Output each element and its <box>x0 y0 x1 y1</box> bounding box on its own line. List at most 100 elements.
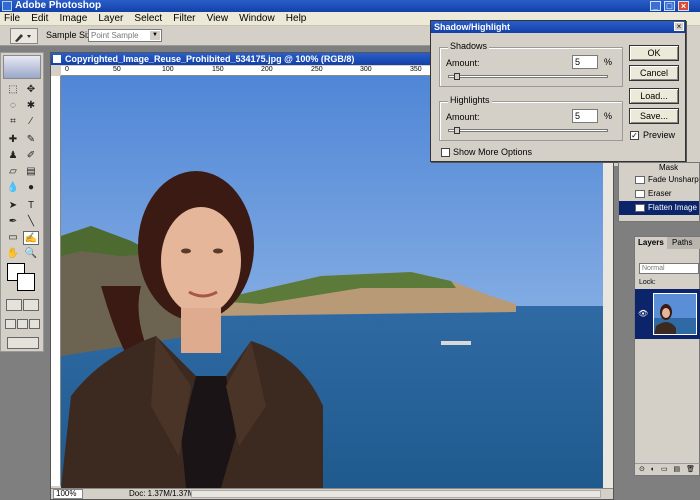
history-item[interactable]: Eraser <box>619 187 699 201</box>
photoshop-feather-icon[interactable] <box>3 55 41 79</box>
screen-mode-standard-icon[interactable] <box>5 319 16 329</box>
horizontal-scrollbar[interactable] <box>191 490 601 498</box>
highlights-amount-label: Amount: <box>446 112 480 122</box>
preview-checkbox[interactable]: ✓ <box>630 131 639 140</box>
toolbox: ⬚ ✥ ◌ ✱ ⌗ ∕ ✚ ✎ ♟ ✐ ▱ ▤ 💧 ● ➤ T ✒ ╲ ▭ ✍ … <box>0 52 44 352</box>
lasso-tool-icon[interactable]: ◌ <box>5 99 21 113</box>
shape-tool-icon[interactable]: ╲ <box>23 215 39 229</box>
pen-tool-icon[interactable]: ✒ <box>5 215 21 229</box>
ruler-tick: 0 <box>65 66 69 73</box>
eye-icon[interactable]: 👁 <box>638 309 648 318</box>
dodge-tool-icon[interactable]: ● <box>23 181 39 195</box>
lock-label: Lock: <box>639 279 656 286</box>
document-size-info[interactable]: Doc: 1.37M/1.37M <box>129 489 194 499</box>
highlights-group: Highlights Amount: 5 % <box>439 95 623 141</box>
type-tool-icon[interactable]: T <box>23 199 39 213</box>
minimize-button[interactable]: _ <box>650 1 661 11</box>
save-button[interactable]: Save... <box>629 108 679 124</box>
show-more-options-checkbox[interactable] <box>441 148 450 157</box>
history-item-selected[interactable]: Flatten Image <box>619 201 699 215</box>
cancel-button[interactable]: Cancel <box>629 65 679 81</box>
menu-layer[interactable]: Layer <box>94 12 127 26</box>
shadows-unit: % <box>604 57 613 67</box>
dialog-title: Shadow/Highlight <box>431 21 685 33</box>
document-icon <box>53 55 61 63</box>
jump-to-imageready-icon[interactable] <box>7 337 39 349</box>
highlights-slider-track[interactable] <box>448 129 608 132</box>
standard-mode-icon[interactable] <box>6 299 22 311</box>
document-status-bar: 100% Doc: 1.37M/1.37M <box>51 488 613 499</box>
options-bar: Sample Size: Point Sample ▼ <box>0 26 430 46</box>
menu-help[interactable]: Help <box>282 12 311 26</box>
highlights-amount-input[interactable]: 5 <box>572 109 598 123</box>
ok-button[interactable]: OK <box>629 45 679 61</box>
close-button[interactable]: × <box>678 1 689 11</box>
shadows-group: Shadows Amount: 5 % <box>439 41 623 87</box>
eyedropper-icon <box>15 34 31 42</box>
slice-tool-icon[interactable]: ∕ <box>23 115 39 129</box>
shadows-label: Shadows <box>448 41 490 51</box>
layers-palette-tabs: Layers Paths <box>635 237 700 249</box>
eyedropper-preset-icon[interactable] <box>10 28 38 44</box>
ruler-tick: 150 <box>212 66 224 73</box>
ruler-tick: 300 <box>360 66 372 73</box>
vertical-ruler[interactable] <box>51 76 61 486</box>
ruler-tick: 350 <box>410 66 422 73</box>
screen-mode-full-icon[interactable] <box>29 319 40 329</box>
gradient-tool-icon[interactable]: ▤ <box>23 165 39 179</box>
eraser-icon <box>635 189 645 198</box>
magic-wand-tool-icon[interactable]: ✱ <box>23 99 39 113</box>
flatten-icon <box>635 203 645 212</box>
sample-size-select[interactable]: Point Sample ▼ <box>88 29 162 42</box>
shadows-slider-thumb[interactable] <box>454 73 460 80</box>
menu-view[interactable]: View <box>203 12 233 26</box>
history-item-label: Flatten Image <box>648 203 697 212</box>
healing-brush-tool-icon[interactable]: ✚ <box>5 133 21 147</box>
shadows-slider-track[interactable] <box>448 75 608 78</box>
layers-palette: Layers Paths Normal Lock: 👁 ⊙ ◐ ▭ ▤ 🗑 <box>634 236 700 476</box>
layer-row-background[interactable]: 👁 <box>635 289 700 339</box>
eraser-tool-icon[interactable]: ▱ <box>5 165 21 179</box>
history-palette: Mask Fade Unsharp Eraser Flatten Image <box>618 162 700 222</box>
menu-image[interactable]: Image <box>55 12 91 26</box>
menu-file[interactable]: File <box>0 12 24 26</box>
path-selection-tool-icon[interactable]: ➤ <box>5 199 21 213</box>
zoom-tool-icon[interactable]: 🔍 <box>23 247 39 261</box>
app-title: Adobe Photoshop <box>15 0 102 11</box>
screen-mode-full-menu-icon[interactable] <box>17 319 28 329</box>
menu-window[interactable]: Window <box>235 12 279 26</box>
crop-tool-icon[interactable]: ⌗ <box>5 115 21 129</box>
zoom-field[interactable]: 100% <box>53 489 83 499</box>
layer-thumbnail-image <box>654 294 696 334</box>
eyedropper-tool-icon[interactable]: ✍ <box>23 231 39 245</box>
clone-stamp-tool-icon[interactable]: ♟ <box>5 149 21 163</box>
load-button[interactable]: Load... <box>629 88 679 104</box>
background-color-swatch[interactable] <box>17 273 35 291</box>
move-tool-icon[interactable]: ✥ <box>23 83 39 97</box>
shadow-highlight-dialog: Shadow/Highlight × Shadows Amount: 5 % H… <box>430 20 686 162</box>
history-brush-tool-icon[interactable]: ✐ <box>23 149 39 163</box>
notes-tool-icon[interactable]: ▭ <box>5 231 21 245</box>
blend-mode-select[interactable]: Normal <box>639 263 699 274</box>
dialog-close-button[interactable]: × <box>674 22 684 31</box>
document-title: Copyrighted_Image_Reuse_Prohibited_53417… <box>65 54 355 64</box>
maximize-button[interactable]: □ <box>664 1 675 11</box>
hand-tool-icon[interactable]: ✋ <box>5 247 21 261</box>
layer-thumbnail <box>653 293 697 335</box>
tab-layers[interactable]: Layers <box>635 237 667 249</box>
brush-tool-icon[interactable]: ✎ <box>23 133 39 147</box>
blur-tool-icon[interactable]: 💧 <box>5 181 21 195</box>
menu-select[interactable]: Select <box>130 12 166 26</box>
show-more-options-label: Show More Options <box>453 147 533 157</box>
history-item-label: Fade Unsharp <box>648 175 699 184</box>
quick-mask-mode-icon[interactable] <box>23 299 39 311</box>
tab-paths[interactable]: Paths <box>669 237 695 249</box>
menu-edit[interactable]: Edit <box>27 12 52 26</box>
shadows-amount-input[interactable]: 5 <box>572 55 598 69</box>
menu-filter[interactable]: Filter <box>169 12 199 26</box>
preview-label: Preview <box>643 130 676 140</box>
history-item[interactable]: Fade Unsharp <box>619 173 699 187</box>
highlights-slider-thumb[interactable] <box>454 127 460 134</box>
marquee-tool-icon[interactable]: ⬚ <box>5 83 21 97</box>
layers-palette-footer[interactable]: ⊙ ◐ ▭ ▤ 🗑 <box>635 463 700 475</box>
